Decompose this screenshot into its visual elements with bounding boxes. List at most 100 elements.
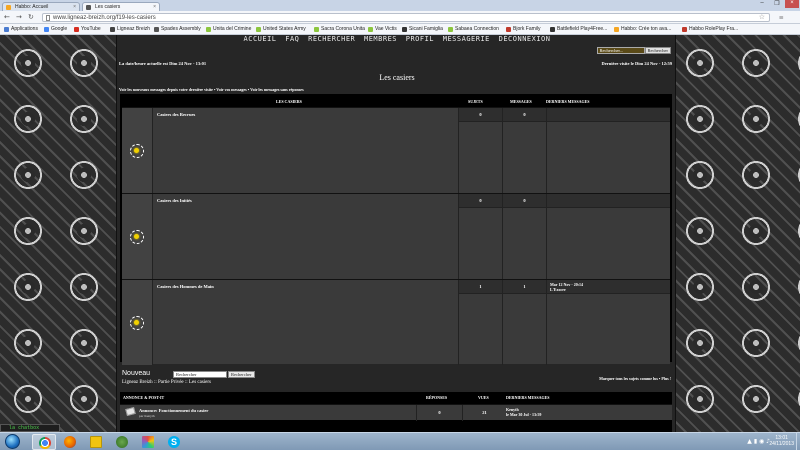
window-close-icon[interactable]: × — [785, 0, 799, 8]
forum-icon — [256, 27, 261, 32]
apps-grid-icon — [4, 27, 9, 32]
nav-membres[interactable]: MEMBRES — [364, 35, 397, 43]
forum-row[interactable]: Casiers des Initiés 0 0 — [122, 193, 670, 279]
topics-count: 1 — [459, 280, 502, 294]
address-bar[interactable]: www.ligneaz-breizh.org/f19-les-casiers ☆ — [42, 13, 770, 22]
close-icon[interactable]: × — [153, 4, 156, 10]
announcement-title[interactable]: Annonce: Fonctionnement du casier — [139, 408, 208, 413]
breadcrumb[interactable]: Ligneaz Breizh :: Partie Privée :: Les c… — [122, 380, 211, 385]
forum-search-input[interactable]: Rechercher — [173, 371, 227, 378]
page-background: ACCUEIL FAQ RECHERCHER MEMBRES PROFIL ME… — [0, 35, 800, 432]
page-icon — [46, 15, 50, 21]
nav-rechercher[interactable]: RECHERCHER — [308, 35, 355, 43]
views-count: 21 — [462, 405, 506, 421]
show-desktop-button[interactable] — [796, 433, 800, 450]
habbo-icon — [614, 27, 619, 32]
announcement-author[interactable]: par Kenyth — [139, 414, 155, 418]
close-icon[interactable]: × — [73, 4, 76, 10]
bookmark-bjork-family[interactable]: Bjork Family — [506, 26, 541, 32]
bookmark-star-icon[interactable]: ☆ — [759, 14, 765, 22]
nav-deconnexion[interactable]: DÉCONNEXION — [499, 35, 551, 43]
nav-accueil[interactable]: ACCUEIL — [244, 35, 277, 43]
forward-icon[interactable]: → — [16, 13, 22, 21]
tab-habbo[interactable]: Habbo: Accueil × — [2, 2, 80, 11]
last-post-cell: Mar 12 Nov - 20:14 L'Exocre — [546, 280, 670, 365]
habbo-favicon-icon — [6, 5, 11, 10]
chatbox-toggle[interactable]: la chatbox — [0, 424, 60, 432]
last-post-box: Mar 12 Nov - 20:14 L'Exocre — [547, 280, 670, 294]
forum-search-button[interactable]: Rechercher — [228, 371, 255, 378]
taskbar-paint[interactable] — [136, 434, 160, 450]
bookmark-sabaea-connection[interactable]: Sabaea Connection — [448, 26, 499, 32]
header-announce: ANNONCE & POST-IT — [123, 395, 165, 400]
page-favicon-icon — [86, 5, 91, 10]
bookmark-google[interactable]: Google — [44, 26, 67, 32]
bookmark-sicani-famiglia[interactable]: Sicani Famiglia — [402, 26, 443, 32]
bookmark-habbo-roleplay[interactable]: Habbo RolePlay Fra... — [682, 26, 738, 32]
forum-row[interactable]: Casiers des Hommes de Main 1 1 Mar 12 No… — [122, 279, 670, 365]
menu-icon[interactable]: ≡ — [779, 13, 784, 22]
nav-profil[interactable]: PROFIL — [406, 35, 434, 43]
bookmark-battlefield[interactable]: Battlefield Play4Free... — [550, 26, 607, 32]
forum-name[interactable]: Casiers des Recrues — [157, 112, 195, 117]
bookmark-unita-del-crimine[interactable]: Unita del Crimine — [206, 26, 251, 32]
taskbar-network[interactable] — [110, 434, 134, 450]
system-tray[interactable]: ▲ ▮ ◉ ♪ — [747, 438, 770, 445]
site-icon — [550, 27, 555, 32]
browser-toolbar: ← → ↻ www.ligneaz-breizh.org/f19-les-cas… — [0, 11, 800, 24]
clock[interactable]: 13:01 24/11/2013 — [769, 435, 794, 447]
mark-read-link[interactable]: Marquer tous les sujets comme lus • Plus… — [599, 376, 671, 381]
bookmark-spades-assembly[interactable]: Spades Assembly — [154, 26, 201, 32]
youtube-icon — [74, 27, 79, 32]
last-post-date: le Mar 30 Jul - 13:59 — [506, 412, 542, 417]
last-post-user[interactable]: L'Exocre — [550, 287, 566, 292]
nav-faq[interactable]: FAQ — [285, 35, 299, 43]
taskbar-explorer[interactable] — [84, 434, 108, 450]
replies-count: 0 — [416, 405, 462, 421]
bookmark-vae-victis[interactable]: Vae Victis — [368, 26, 397, 32]
nav-messagerie[interactable]: MESSAGERIE — [443, 35, 490, 43]
search-button[interactable]: Rechercher — [644, 47, 671, 54]
bookmark-ligneaz-breizh[interactable]: Ligneaz Breizh — [110, 26, 150, 32]
tab-label: Habbo: Accueil — [15, 4, 49, 10]
start-button[interactable] — [5, 434, 20, 449]
back-icon[interactable]: ← — [4, 13, 10, 21]
bookmark-applications[interactable]: Applications — [4, 26, 38, 32]
bookmark-habbo-avatar[interactable]: Habbo: Crée ton ava... — [614, 26, 671, 32]
bottom-search: Rechercher Rechercher — [173, 371, 255, 378]
topics-cell: 0 — [458, 108, 502, 193]
new-topic-button[interactable]: Nouveau — [122, 370, 150, 377]
search-input[interactable]: Rechercher... — [596, 47, 645, 54]
bookmark-united-states-army[interactable]: United States Army — [256, 26, 306, 32]
top-search: Rechercher... Rechercher — [596, 47, 671, 54]
taskbar-skype[interactable]: S — [162, 434, 186, 450]
posts-count: 0 — [503, 194, 546, 208]
announcement-row[interactable]: Annonce: Fonctionnement du casier par Ke… — [120, 404, 672, 421]
announcement-table: ANNONCE & POST-IT RÉPONSES VUES DERNIERS… — [120, 392, 672, 432]
firefox-icon — [64, 436, 76, 448]
forum-status-icon — [130, 144, 144, 158]
forum-row[interactable]: Casiers des Recrues 0 0 — [122, 107, 670, 193]
forum-icon-cell — [122, 108, 153, 193]
reload-icon[interactable]: ↻ — [28, 13, 34, 21]
tab-les-casiers[interactable]: Les casiers × — [82, 2, 160, 11]
maximize-icon[interactable]: ❐ — [770, 0, 784, 8]
forum-name[interactable]: Casiers des Hommes de Main — [157, 284, 214, 289]
google-icon — [44, 27, 49, 32]
minimize-icon[interactable]: – — [755, 0, 769, 8]
forum-name[interactable]: Casiers des Initiés — [157, 198, 192, 203]
quick-links[interactable]: Voir les nouveaux messages depuis votre … — [119, 87, 304, 92]
forum-nav: ACCUEIL FAQ RECHERCHER MEMBRES PROFIL ME… — [117, 35, 677, 43]
topics-count: 0 — [459, 108, 502, 122]
bookmark-youtube[interactable]: YouTube — [74, 26, 101, 32]
forum-status-icon — [130, 230, 144, 244]
taskbar-firefox[interactable] — [58, 434, 82, 450]
bookmark-sacra-corona-unita[interactable]: Sacra Corona Unita — [314, 26, 365, 32]
posts-cell: 0 — [502, 108, 546, 193]
forum-table: LES CASIERS SUJETS MESSAGES DERNIERS MES… — [120, 94, 672, 365]
topics-cell: 1 — [458, 280, 502, 365]
header-posts: MESSAGES — [510, 99, 532, 104]
site-icon — [402, 27, 407, 32]
page-title: Les casiers — [379, 73, 415, 82]
taskbar-chrome[interactable] — [32, 434, 56, 450]
